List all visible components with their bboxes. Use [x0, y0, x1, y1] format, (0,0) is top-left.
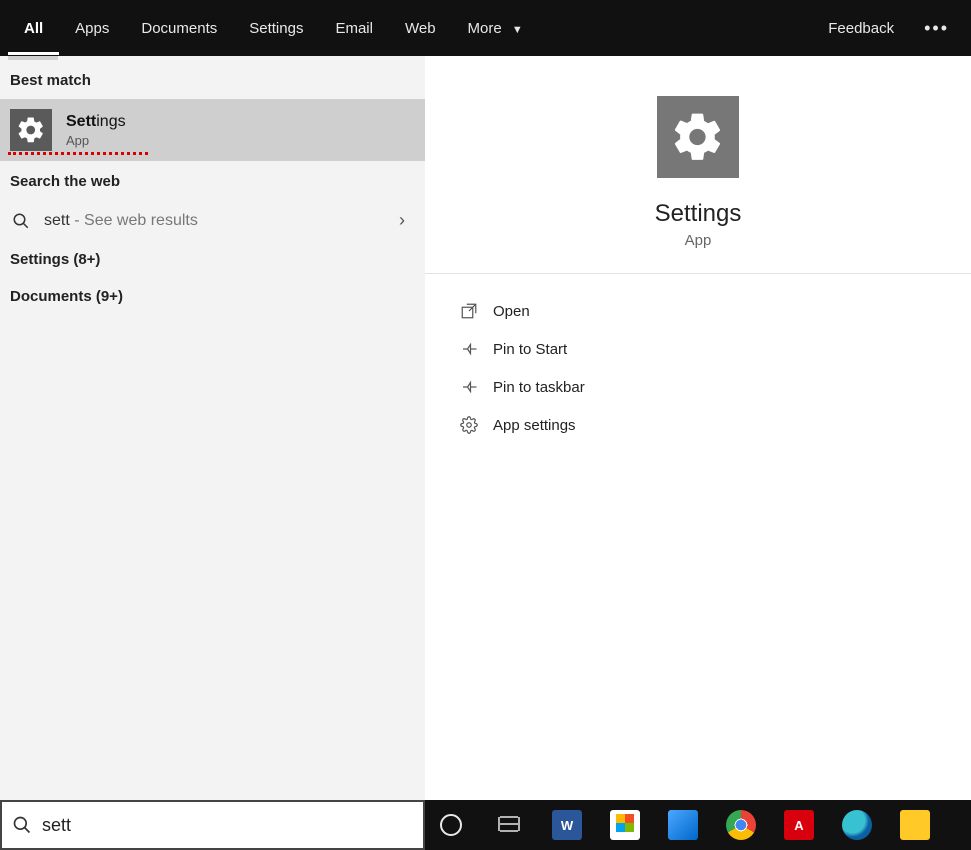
- pin-icon: [455, 340, 483, 358]
- taskbar: W A: [425, 800, 971, 850]
- word-icon: W: [552, 810, 582, 840]
- best-match-title-bold: Sett: [66, 113, 96, 130]
- action-open-label: Open: [493, 303, 530, 320]
- action-pin-taskbar-label: Pin to taskbar: [493, 379, 585, 396]
- feedback-link[interactable]: Feedback: [812, 2, 910, 55]
- category-settings[interactable]: Settings (8+): [0, 241, 425, 278]
- action-pin-start-label: Pin to Start: [493, 341, 567, 358]
- search-input[interactable]: [42, 815, 413, 836]
- best-match-title-rest: ings: [96, 113, 125, 130]
- best-match-subtitle: App: [66, 133, 126, 148]
- search-results-pane: Best match Settings App Search the web s…: [0, 56, 425, 800]
- chevron-right-icon: ›: [399, 210, 405, 231]
- detail-pane: Settings App Open Pin to Start Pin to: [425, 56, 971, 800]
- tab-apps[interactable]: Apps: [59, 2, 125, 55]
- category-documents[interactable]: Documents (9+): [0, 278, 425, 315]
- tab-email[interactable]: Email: [319, 2, 389, 55]
- open-icon: [455, 302, 483, 320]
- tab-more[interactable]: More ▼: [452, 2, 539, 55]
- action-app-settings-label: App settings: [493, 417, 576, 434]
- web-search-text: sett - See web results: [44, 212, 198, 230]
- search-box[interactable]: [0, 800, 425, 850]
- action-open[interactable]: Open: [455, 292, 941, 330]
- tab-documents[interactable]: Documents: [125, 2, 233, 55]
- gear-icon: [657, 96, 739, 178]
- best-match-title: Settings: [66, 113, 126, 131]
- edge-icon: [842, 810, 872, 840]
- web-search-suffix: - See web results: [70, 212, 198, 229]
- task-view-icon: [497, 814, 521, 836]
- cortana-button[interactable]: [431, 805, 471, 845]
- detail-subtitle: App: [685, 232, 712, 249]
- adobe-reader-icon: A: [784, 810, 814, 840]
- chrome-icon: [726, 810, 756, 840]
- search-icon: [10, 212, 32, 230]
- tab-web[interactable]: Web: [389, 2, 452, 55]
- tab-all[interactable]: All: [8, 2, 59, 55]
- action-pin-start[interactable]: Pin to Start: [455, 330, 941, 368]
- cortana-icon: [440, 814, 462, 836]
- taskbar-app-word[interactable]: W: [547, 805, 587, 845]
- web-search-query: sett: [44, 212, 70, 229]
- store-icon: [610, 810, 640, 840]
- taskbar-app-store[interactable]: [605, 805, 645, 845]
- gear-icon: [10, 109, 52, 151]
- search-icon: [12, 815, 32, 835]
- taskbar-app-edge[interactable]: [837, 805, 877, 845]
- taskbar-app-file-explorer[interactable]: [895, 805, 935, 845]
- detail-title: Settings: [655, 200, 742, 228]
- overflow-menu-icon[interactable]: •••: [910, 18, 963, 39]
- search-tabs: All Apps Documents Settings Email Web Mo…: [0, 0, 971, 56]
- chevron-down-icon: ▼: [512, 24, 523, 36]
- best-match-result[interactable]: Settings App: [0, 99, 425, 161]
- remote-desktop-icon: [668, 810, 698, 840]
- folder-icon: [900, 810, 930, 840]
- gear-icon: [455, 416, 483, 434]
- taskbar-app-remote[interactable]: [663, 805, 703, 845]
- task-view-button[interactable]: [489, 805, 529, 845]
- action-pin-taskbar[interactable]: Pin to taskbar: [455, 368, 941, 406]
- best-match-label: Best match: [0, 60, 425, 99]
- taskbar-app-chrome[interactable]: [721, 805, 761, 845]
- tab-more-label: More: [468, 20, 502, 37]
- annotation-underline: [8, 152, 148, 155]
- tab-settings[interactable]: Settings: [233, 2, 319, 55]
- search-web-label: Search the web: [0, 161, 425, 200]
- web-search-result[interactable]: sett - See web results ›: [0, 200, 425, 241]
- action-app-settings[interactable]: App settings: [455, 406, 941, 444]
- taskbar-app-adobe[interactable]: A: [779, 805, 819, 845]
- pin-icon: [455, 378, 483, 396]
